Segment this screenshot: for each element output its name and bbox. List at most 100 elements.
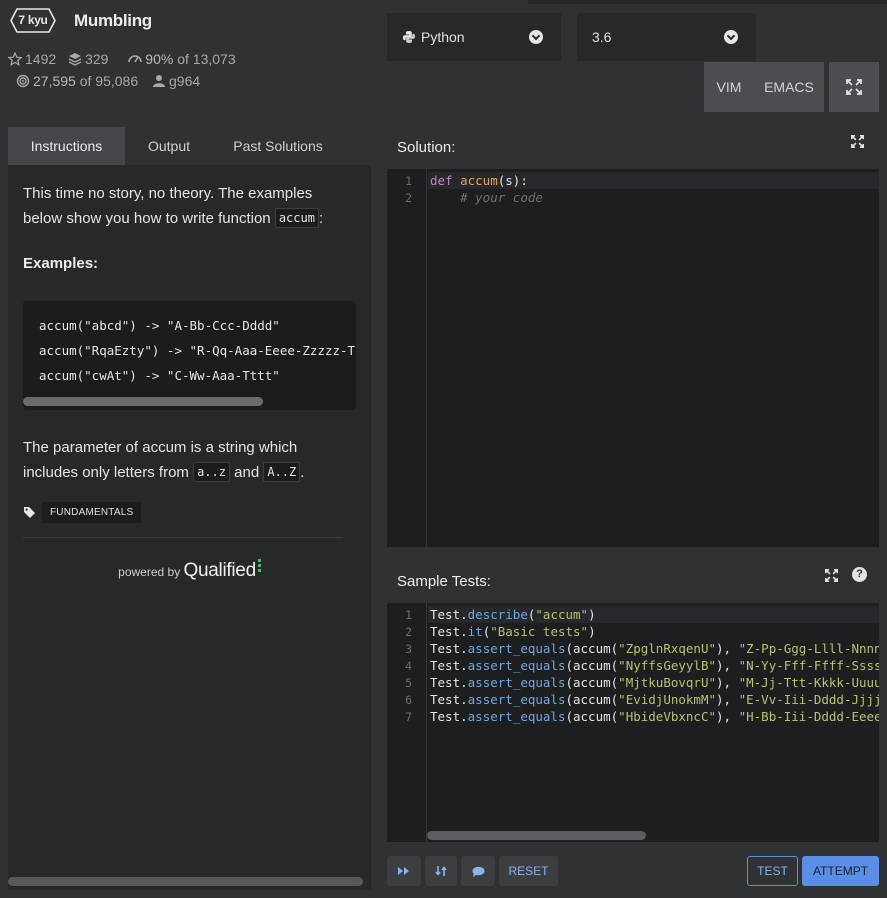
completed-stat: 27,595 of 95,086 [16,70,138,92]
author-stat[interactable]: g964 [152,70,200,92]
chevron-down-icon [724,30,738,44]
code-text: (accum( [565,641,619,656]
code-text: ) [588,624,596,639]
string-literal: "N-Yy-Fff-Ffff-Sssss-Gggggg-Eeeeeee-Yyyy… [738,658,879,673]
collections-stat[interactable]: 329 [68,48,108,70]
example-line: accum("cwAt") -> "C-Ww-Aaa-Tttt" [39,368,280,383]
code-text: Test. [430,624,468,639]
code-line: Test.assert_equals(accum("MjtkuBovqrU"),… [430,675,879,690]
kata-title[interactable]: Mumbling [74,11,152,31]
stars-count: 1492 [25,51,57,67]
sample-tests-title: Sample Tests: [397,573,491,590]
line-number: 3 [405,642,412,656]
reset-button[interactable]: RESET [499,856,558,886]
completed-count: 27,595 [33,73,76,89]
fast-forward-icon [398,867,409,875]
code-line: Test.it("Basic tests") [430,624,596,639]
string-literal: "Basic tests" [490,624,589,639]
rank-badge: 7 kyu [10,8,56,33]
example-line: accum("RqaEzty") -> "R-Qq-Aaa-Eeee-Zzzzz… [39,343,356,358]
line-number: 5 [405,676,412,690]
code-text: Test. [430,675,468,690]
code-text: ), [716,641,739,656]
solution-header: Solution: [387,127,879,169]
code-text: ), [716,658,739,673]
solution-editor[interactable]: 1 2 def accum(s): # your code [387,169,879,547]
language-select[interactable]: Python [387,13,561,61]
line-number: 2 [405,191,412,205]
chat-icon [472,866,484,877]
examples-code-block[interactable]: accum("abcd") -> "A-Bb-Ccc-Dddd" accum("… [23,301,356,410]
sample-tests-header: Sample Tests: ? [387,561,879,603]
param-end: . [300,464,305,481]
inline-code: A..Z [263,462,301,482]
tab-instructions[interactable]: Instructions [8,127,125,165]
intro-end: : [318,210,324,227]
method-name: assert_equals [467,692,566,707]
method-name: describe [467,607,528,622]
skip-button[interactable] [387,856,421,886]
code-line: # your code [430,190,543,205]
language-value: Python [421,29,465,45]
string-literal: "Z-Pp-Ggg-Llll-Nnnnn-Rrrrrr-Xxxxxxx-Qqqq… [738,641,879,656]
code-line: Test.assert_equals(accum("ZpglnRxqenU"),… [430,641,879,656]
string-literal: "ZpglnRxqenU" [618,641,717,656]
example-line: accum("abcd") -> "A-Bb-Ccc-Dddd" [39,318,280,333]
satisfaction-percent: 90% [145,51,174,67]
kata-trainer: 7 kyu Mumbling 1492 329 90% of 13,073 27… [0,0,887,898]
target-icon [16,74,30,88]
instructions-intro: This time no story, no theory. The examp… [23,181,353,231]
vim-mode-button[interactable]: VIM [704,62,754,112]
string-literal: "E-Vv-Iii-Dddd-Jjjjj-Uuuuuu-Nnnnnnn-Oooo… [738,692,879,707]
code-text: ) [588,607,596,622]
intro-text: This time no story, no theory. The examp… [23,185,313,227]
comment: # your code [460,190,543,205]
editor-scrollbar[interactable] [427,831,646,840]
function-name: accum [460,173,498,188]
version-value: 3.6 [592,29,612,45]
test-button[interactable]: TEST [747,856,798,886]
instructions-panel: Instructions Output Past Solutions This … [8,127,371,890]
completed-total: of 95,086 [79,73,139,89]
expand-icon[interactable] [825,569,838,582]
panel-scrollbar[interactable] [8,877,363,886]
code-text: Test. [430,692,468,707]
code-text: Test. [430,641,468,656]
code-line: def accum(s): [430,173,528,188]
kata-tags: FUNDAMENTALS [23,499,142,525]
inline-code: a..z [193,462,230,482]
tag-fundamentals[interactable]: FUNDAMENTALS [42,501,142,523]
version-select[interactable]: 3.6 [577,13,756,61]
line-number: 1 [405,608,412,622]
code-text: (accum( [565,675,619,690]
fullscreen-button[interactable] [829,62,879,112]
rank-label: 7 kyu [18,13,48,27]
refresh-button[interactable] [425,856,457,886]
kata-stats: 1492 329 90% of 13,073 27,595 of 95,086 … [8,48,338,92]
line-gutter [387,169,427,547]
sample-tests-editor[interactable]: 1 2 3 4 5 6 7 Test.describe("accum") Tes… [387,603,879,842]
powered-by-qualified[interactable]: powered by Qualified [8,559,371,582]
instructions-parameter: The parameter of accum is a string which… [23,435,353,485]
chevron-down-icon [529,30,543,44]
code-text: (s): [497,173,528,188]
stars-stat[interactable]: 1492 [8,48,56,70]
code-scrollbar[interactable] [23,397,263,406]
line-number: 2 [405,625,412,639]
method-name: assert_equals [467,709,566,724]
attempt-button[interactable]: ATTEMPT [802,856,879,886]
qualified-dots-icon [257,559,261,574]
code-line: Test.assert_equals(accum("NyffsGeyylB"),… [430,658,879,673]
layers-icon [68,53,82,66]
tab-past-solutions[interactable]: Past Solutions [213,127,343,165]
discuss-button[interactable] [461,856,495,886]
method-name: assert_equals [467,658,566,673]
expand-icon[interactable] [851,135,864,148]
satisfaction-stat: 90% of 13,073 [128,48,236,70]
tab-output[interactable]: Output [125,127,213,165]
code-text: Test. [430,709,468,724]
emacs-mode-button[interactable]: EMACS [754,62,824,112]
question-icon[interactable]: ? [852,567,867,582]
code-text: (accum( [565,658,619,673]
powered-by-label: powered by [118,565,181,579]
